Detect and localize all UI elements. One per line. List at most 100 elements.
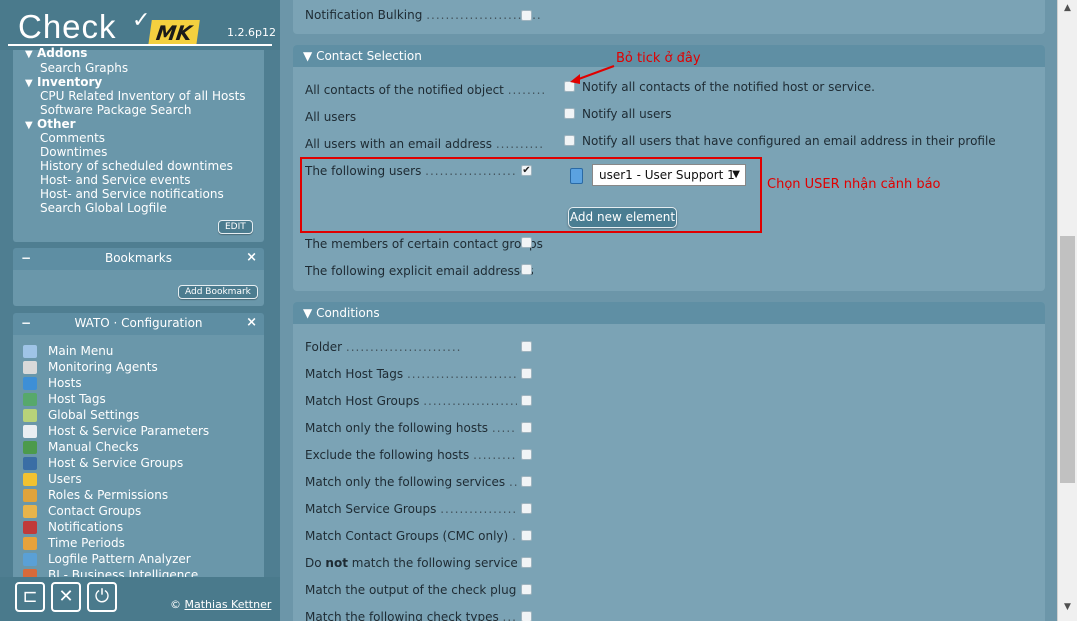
row-label: Exclude the following hosts	[305, 448, 470, 462]
wato-item[interactable]: Notifications	[23, 519, 263, 535]
row-label: The members of certain contact groups	[305, 237, 543, 251]
wato-item-label: Host & Service Groups	[48, 456, 184, 470]
wato-item[interactable]: Host & Service Groups	[23, 455, 263, 471]
wato-item[interactable]: Contact Groups	[23, 503, 263, 519]
main-content: Notification Bulking ...................…	[280, 0, 1057, 621]
notification-bulking-checkbox[interactable]	[521, 10, 532, 21]
agent-icon	[23, 361, 37, 374]
condition-checkbox[interactable]	[521, 584, 532, 595]
views-category-inventory[interactable]: ▼ Inventory	[25, 75, 102, 89]
copyright-symbol: ©	[170, 598, 181, 611]
folder-icon	[23, 377, 37, 390]
minimize-icon[interactable]: −	[21, 248, 31, 268]
view-link[interactable]: CPU Related Inventory of all Hosts	[40, 89, 246, 103]
condition-checkbox[interactable]	[521, 368, 532, 379]
logout-icon[interactable]: ⏻	[87, 582, 117, 612]
condition-checkbox[interactable]	[521, 530, 532, 541]
all-users-email-checkbox[interactable]	[564, 135, 575, 146]
users-icon	[23, 473, 37, 486]
add-bookmark-button[interactable]: Add Bookmark	[178, 285, 258, 299]
wato-item-label: Host & Service Parameters	[48, 424, 210, 438]
wato-item[interactable]: Users	[23, 471, 263, 487]
minimize-icon[interactable]: −	[21, 313, 31, 333]
view-link[interactable]: Host- and Service events	[40, 173, 190, 187]
row-label: Notification Bulking	[305, 8, 423, 22]
views-category-addons[interactable]: ▼ Addons	[25, 46, 87, 60]
row-label-all-contacts: All contacts of the notified object ....…	[305, 83, 545, 97]
dots: ........................	[345, 340, 462, 354]
explicit-emails-checkbox[interactable]	[521, 264, 532, 275]
add-snapin-icon[interactable]: ⊏	[15, 582, 45, 612]
row-label: Folder	[305, 340, 343, 354]
wato-item[interactable]: Host & Service Parameters	[23, 423, 263, 439]
row-label: Match only the following services	[305, 475, 506, 489]
views-category-other[interactable]: ▼ Other	[25, 117, 76, 131]
wato-item[interactable]: Monitoring Agents	[23, 359, 263, 375]
rules-icon	[23, 425, 37, 438]
copyright[interactable]: © Mathias Kettner	[170, 598, 271, 611]
label-part: Do	[305, 556, 326, 570]
dots: ........................	[440, 502, 517, 516]
wato-item[interactable]: Time Periods	[23, 535, 263, 551]
annotation-choose-user: Chọn USER nhận cảnh báo	[767, 177, 941, 192]
views-snapin: ▼ Addons Search Graphs ▼ Inventory CPU Rel…	[13, 46, 264, 242]
view-link[interactable]: Host- and Service notifications	[40, 187, 224, 201]
wato-item-label: Host Tags	[48, 392, 106, 406]
conditions-header[interactable]: ▼ Conditions	[293, 302, 1045, 324]
dots: ........................	[502, 610, 517, 621]
row-label: The following explicit email addresses	[305, 264, 534, 278]
wato-item-label: Monitoring Agents	[48, 360, 158, 374]
dots: ........................	[508, 475, 517, 489]
condition-checkbox[interactable]	[521, 476, 532, 487]
condition-checkbox[interactable]	[521, 557, 532, 568]
condition-checkbox[interactable]	[521, 611, 532, 621]
wato-item[interactable]: Host Tags	[23, 391, 263, 407]
bookmarks-snapin: Add Bookmark	[13, 270, 264, 306]
close-icon[interactable]: ×	[246, 313, 257, 333]
condition-checkbox[interactable]	[521, 503, 532, 514]
dots: ........................	[406, 367, 517, 381]
tag-icon	[23, 393, 37, 406]
row-label: Match the output of the check plugin	[305, 583, 517, 597]
wato-item[interactable]: Main Menu	[23, 343, 263, 359]
scrollbar[interactable]: ▲ ▼	[1057, 0, 1077, 621]
condition-checkbox[interactable]	[521, 422, 532, 433]
wato-item[interactable]: Roles & Permissions	[23, 487, 263, 503]
all-users-checkbox[interactable]	[564, 108, 575, 119]
category-label: Other	[37, 117, 76, 131]
condition-checkbox[interactable]	[521, 341, 532, 352]
wato-header[interactable]: − WATO · Configuration ×	[13, 313, 264, 335]
scroll-up-icon[interactable]: ▲	[1058, 0, 1077, 17]
view-link[interactable]: Comments	[40, 131, 105, 145]
wato-item[interactable]: Hosts	[23, 375, 263, 391]
condition-checkbox[interactable]	[521, 395, 532, 406]
bookmarks-header[interactable]: − Bookmarks ×	[13, 248, 264, 270]
view-link[interactable]: Search Global Logfile	[40, 201, 167, 215]
notification-bulking-panel: Notification Bulking ...................…	[293, 0, 1045, 34]
row-label-all-users: All users	[305, 110, 545, 124]
dots: ........................	[507, 83, 545, 97]
wato-item-label: Hosts	[48, 376, 82, 390]
logo-mk: MK	[148, 20, 200, 46]
tools-icon[interactable]: ✕	[51, 582, 81, 612]
scroll-down-icon[interactable]: ▼	[1058, 599, 1077, 616]
view-link[interactable]: Software Package Search	[40, 103, 192, 117]
condition-checkbox[interactable]	[521, 449, 532, 460]
condition-label: Match only the following services ......…	[305, 475, 517, 489]
close-icon[interactable]: ×	[246, 248, 257, 268]
wato-item[interactable]: Global Settings	[23, 407, 263, 423]
condition-label: Match Service Groups ...................…	[305, 502, 517, 516]
dots: ........................	[423, 394, 517, 408]
wato-title: WATO · Configuration	[74, 316, 203, 330]
view-link[interactable]: Search Graphs	[40, 61, 128, 75]
view-link[interactable]: History of scheduled downtimes	[40, 159, 233, 173]
view-link[interactable]: Downtimes	[40, 145, 107, 159]
wato-item[interactable]: Logfile Pattern Analyzer	[23, 551, 263, 567]
scroll-thumb[interactable]	[1060, 236, 1075, 483]
contact-groups-checkbox[interactable]	[521, 237, 532, 248]
author-link[interactable]: Mathias Kettner	[185, 598, 272, 611]
condition-label: Match the output of the check plugin ...…	[305, 583, 517, 597]
wato-item[interactable]: Manual Checks	[23, 439, 263, 455]
condition-label: Match Contact Groups (CMC only) ........…	[305, 529, 517, 543]
edit-views-button[interactable]: EDIT	[218, 220, 253, 234]
